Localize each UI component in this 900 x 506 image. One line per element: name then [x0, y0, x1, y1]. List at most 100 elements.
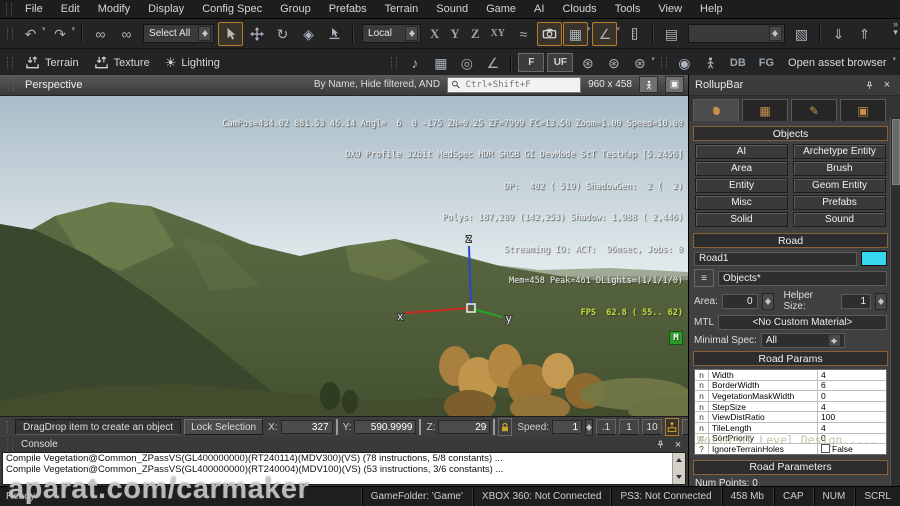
param-value[interactable]: 4 — [818, 402, 886, 412]
menu-modify[interactable]: Modify — [89, 2, 139, 16]
road-section-header[interactable]: Road — [693, 233, 888, 248]
layers-button[interactable]: ≡ — [694, 269, 714, 287]
caret-down-icon[interactable]: ▾ — [72, 25, 76, 33]
menu-terrain[interactable]: Terrain — [376, 2, 428, 16]
dropdown-spinner-icon[interactable] — [768, 26, 782, 41]
character-button[interactable] — [698, 51, 723, 75]
database-button[interactable]: DB — [724, 57, 752, 69]
object-type-misc-button[interactable]: Misc — [695, 195, 788, 210]
helper-size-field[interactable]: 1 — [841, 293, 872, 309]
terrain-button[interactable]: Terrain — [18, 52, 86, 74]
physics-reset-button[interactable]: ⊛ — [627, 51, 652, 75]
flowgraph-button[interactable]: FG — [753, 57, 780, 69]
menu-help[interactable]: Help — [691, 2, 732, 16]
pin-button[interactable] — [862, 79, 876, 92]
axis-y-button[interactable]: Y — [445, 26, 464, 42]
table-row[interactable]: n StepSize 4 — [695, 401, 886, 413]
layer-field[interactable]: Objects* — [718, 270, 887, 286]
object-type-geom-entity-button[interactable]: Geom Entity — [793, 178, 886, 193]
param-value[interactable]: 0 — [818, 433, 886, 443]
caret-down-icon[interactable]: ▾ — [42, 25, 46, 33]
menu-config-spec[interactable]: Config Spec — [193, 2, 271, 16]
camera-snap-button[interactable] — [536, 21, 562, 46]
dropdown-spinner-icon[interactable] — [828, 335, 840, 346]
checkbox-icon[interactable] — [821, 444, 830, 454]
param-value[interactable]: 0 — [818, 391, 886, 401]
filter-label[interactable]: By Name, Hide filtered, AND — [314, 79, 440, 90]
freeze-button[interactable]: F — [518, 53, 545, 72]
caret-down-icon[interactable]: ▾ — [651, 55, 655, 63]
minimal-spec-dropdown[interactable]: All — [760, 333, 845, 348]
x-coord-field[interactable] — [280, 420, 333, 435]
menu-tools[interactable]: Tools — [606, 2, 650, 16]
object-type-brush-button[interactable]: Brush — [793, 161, 886, 176]
axis-z-button[interactable]: Z — [466, 26, 485, 42]
table-row[interactable]: n VegetationMaskWidth 0 — [695, 390, 886, 402]
menu-view[interactable]: View — [649, 2, 691, 16]
x-coord-spinner[interactable] — [335, 419, 338, 436]
param-value[interactable]: 4 — [818, 370, 886, 380]
open-asset-browser-button[interactable]: Open asset browser — [781, 52, 893, 74]
dropdown-spinner-icon[interactable] — [198, 26, 212, 41]
scale-tool-button[interactable]: ◈ — [296, 22, 321, 46]
speed-field[interactable] — [552, 420, 583, 435]
search-input[interactable] — [463, 78, 578, 91]
layer-import-button[interactable]: ⇑ — [852, 22, 877, 46]
angle-measure-button[interactable]: ∠ — [480, 51, 505, 75]
table-row[interactable]: n BorderWidth 6 — [695, 380, 886, 392]
named-selection-button[interactable]: ▤ — [659, 22, 684, 46]
physics-tool-button[interactable]: ⊛ — [575, 51, 600, 75]
mtl-field[interactable]: <No Custom Material> — [718, 315, 887, 330]
object-type-entity-button[interactable]: Entity — [695, 178, 788, 193]
link-button[interactable]: ∞ — [88, 22, 113, 46]
y-coord-field[interactable] — [354, 420, 417, 435]
measure-sphere-button[interactable]: ◎ — [454, 51, 479, 75]
area-spinner[interactable] — [761, 292, 774, 310]
physics-get-button[interactable]: ⊛ — [601, 51, 626, 75]
menu-ai[interactable]: AI — [525, 2, 553, 16]
selection-set-dropdown[interactable] — [687, 24, 785, 43]
object-type-ai-button[interactable]: AI — [695, 144, 788, 159]
close-button[interactable]: × — [671, 438, 685, 451]
param-value[interactable]: 6 — [818, 380, 886, 390]
table-row[interactable]: ? IgnoreTerrainHoles False — [695, 443, 886, 454]
music-button[interactable]: ♪ — [402, 51, 427, 75]
console-header[interactable]: Console × — [0, 437, 688, 452]
z-coord-field[interactable] — [438, 420, 491, 435]
param-value-checkbox[interactable]: False — [818, 444, 886, 454]
caret-down-icon[interactable]: ▾ — [616, 25, 620, 33]
layer-export-button[interactable]: ⇓ — [826, 22, 851, 46]
road-color-swatch[interactable] — [861, 251, 887, 266]
tab-terrain[interactable]: ▦ — [742, 99, 788, 121]
snap-grid-button[interactable]: ▦ — [562, 21, 588, 46]
move-tool-button[interactable] — [244, 22, 269, 46]
tab-objects[interactable] — [693, 99, 739, 121]
undo-button[interactable]: ↶ — [18, 22, 43, 46]
redo-button[interactable]: ↷ — [48, 22, 73, 46]
rollupbar-header[interactable]: RollupBar × — [689, 75, 900, 96]
viewport-canvas[interactable]: x y z CamPos=434.02 881.53 46.14 Angl= 6… — [0, 95, 688, 417]
object-type-sound-button[interactable]: Sound — [793, 212, 886, 227]
speed-spinner[interactable] — [585, 418, 594, 436]
table-row[interactable]: n SortPriority 0 — [695, 433, 886, 445]
road-parameters-section-header[interactable]: Road Parameters — [693, 459, 888, 475]
param-value[interactable]: 4 — [818, 423, 886, 433]
close-button[interactable]: × — [880, 79, 894, 92]
viewport-search[interactable] — [447, 76, 582, 93]
follow-terrain-button[interactable]: ≈ — [511, 22, 536, 46]
select-mode-dropdown[interactable]: Select All — [143, 24, 215, 43]
axis-xy-button[interactable]: XY — [485, 28, 509, 39]
area-field[interactable]: 0 — [721, 293, 758, 309]
rotate-tool-button[interactable]: ↻ — [270, 22, 295, 46]
y-coord-spinner[interactable] — [419, 419, 422, 436]
tab-modelling[interactable]: ✎ — [791, 99, 837, 121]
ruler-button[interactable] — [622, 22, 647, 46]
road-name-field[interactable] — [694, 251, 857, 266]
caret-down-icon[interactable]: ▾ — [892, 55, 896, 63]
lighting-button[interactable]: ☀ Lighting — [158, 52, 227, 74]
object-type-area-button[interactable]: Area — [695, 161, 788, 176]
menu-game[interactable]: Game — [477, 2, 525, 16]
unfreeze-button[interactable]: UF — [547, 53, 574, 72]
objects-section-header[interactable]: Objects — [693, 126, 888, 141]
rollupbar-scrollbar[interactable] — [890, 117, 900, 487]
